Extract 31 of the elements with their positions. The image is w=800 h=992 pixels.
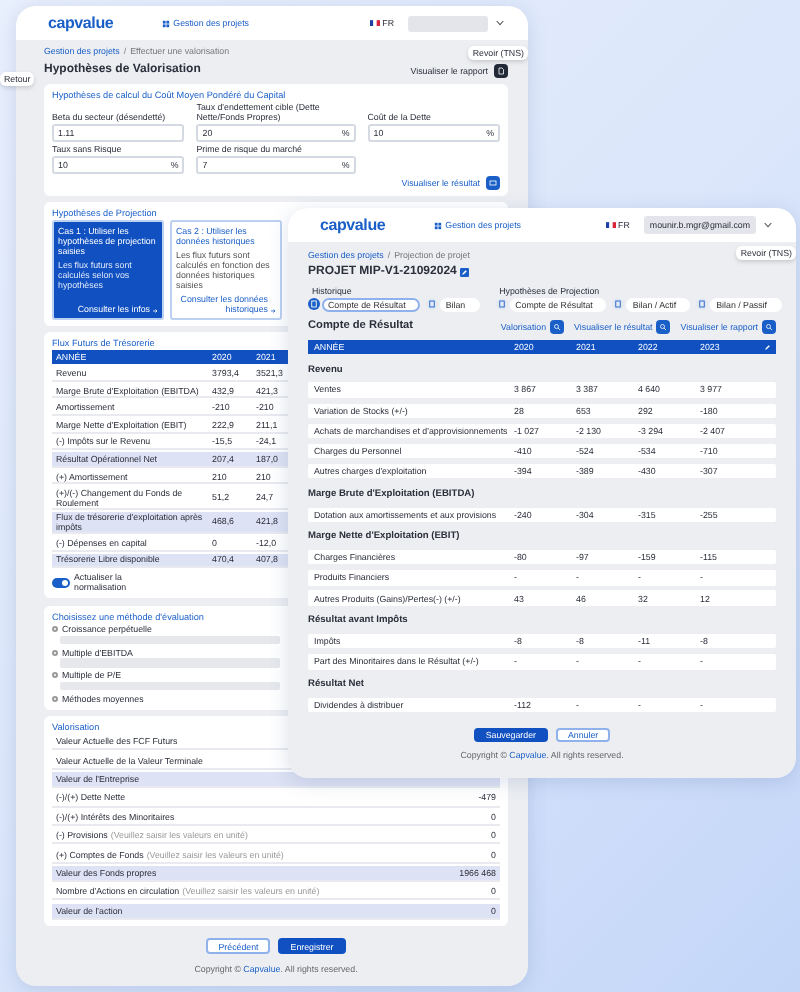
caret-icon[interactable] xyxy=(764,222,772,228)
document-icon xyxy=(495,298,508,311)
grid-icon xyxy=(433,221,442,229)
radio-button[interactable] xyxy=(52,672,58,679)
edit-icon[interactable] xyxy=(763,343,770,351)
flag-icon xyxy=(369,19,380,27)
report-button[interactable] xyxy=(494,63,508,78)
radio-button[interactable] xyxy=(52,695,58,702)
input-field[interactable] xyxy=(60,635,280,645)
arrow-icon xyxy=(270,307,276,314)
result-button[interactable] xyxy=(486,175,500,190)
document-icon xyxy=(696,298,709,311)
input-field[interactable] xyxy=(60,658,280,668)
action-button[interactable] xyxy=(550,319,565,334)
user-field[interactable] xyxy=(408,15,488,31)
logo[interactable]: capvalue xyxy=(48,13,114,33)
logo[interactable]: capvalue xyxy=(320,215,386,235)
caret-icon[interactable] xyxy=(496,20,504,26)
action-button[interactable] xyxy=(656,319,671,334)
radio-button[interactable] xyxy=(52,649,58,656)
radio-button[interactable] xyxy=(52,626,58,633)
arrow-icon xyxy=(152,307,158,314)
input-field[interactable] xyxy=(60,681,280,691)
flag-icon xyxy=(605,221,616,229)
edit-icon[interactable] xyxy=(460,268,470,278)
action-button[interactable] xyxy=(762,319,776,334)
document-icon xyxy=(612,298,625,311)
toggle-switch[interactable] xyxy=(52,578,70,588)
document-icon xyxy=(308,298,320,311)
grid-icon xyxy=(161,19,170,27)
document-icon xyxy=(425,298,438,311)
